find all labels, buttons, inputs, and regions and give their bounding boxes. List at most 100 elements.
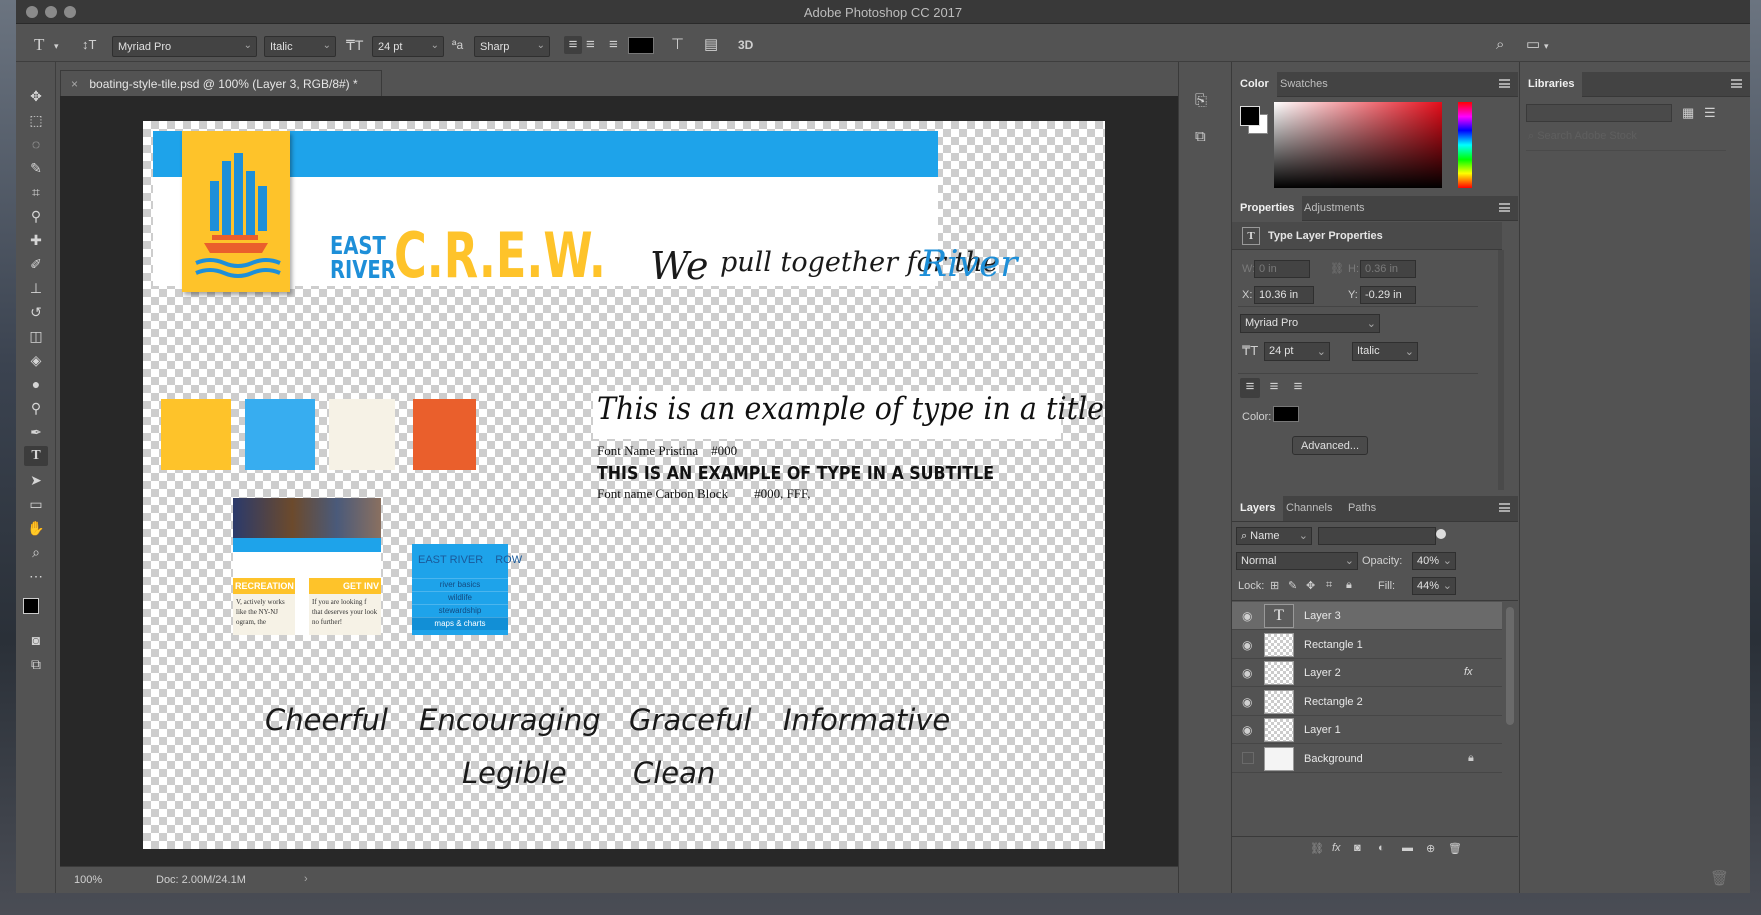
delete-layer-icon[interactable]: 🗑︎ [1448,842,1462,855]
tab-color[interactable]: Color [1232,72,1277,97]
tab-adjustments[interactable]: Adjustments [1296,196,1373,221]
add-mask-icon[interactable]: ◙ [1354,842,1361,854]
font-style-select[interactable]: Italic ⌄ [264,36,336,57]
path-selection-tool-icon[interactable]: ➤ [24,470,48,490]
visibility-eye-icon[interactable]: ◉ [1242,695,1252,709]
layer-filter-bar[interactable] [1318,527,1436,545]
panel-menu-icon[interactable] [1499,79,1510,88]
panel-menu-icon[interactable] [1499,203,1510,212]
blend-mode-select[interactable]: Normal ⌄ [1236,552,1358,570]
text-color-swatch[interactable] [628,37,654,54]
type-tool-icon[interactable]: T [24,446,48,466]
list-view-icon[interactable]: ☰ [1704,104,1716,122]
hand-tool-icon[interactable]: ✋ [24,518,48,538]
zoom-tool-icon[interactable]: ⌕ [24,542,48,562]
dodge-tool-icon[interactable]: ⚲ [24,398,48,418]
document-canvas[interactable]: EAST RIVER C.R.E.W. We pull together for… [143,121,1105,849]
align-right-button[interactable]: ≡ [1288,378,1308,396]
fill-field[interactable]: 44% ⌄ [1412,577,1456,595]
layer-filter-select[interactable]: ⌕ Name ⌄ [1236,527,1312,545]
filter-toggle-icon[interactable] [1436,529,1446,539]
link-layers-icon[interactable]: ⛓ [1310,842,1324,855]
link-icon[interactable]: ⛓ [1330,262,1344,275]
grid-view-icon[interactable]: ▦ [1682,104,1694,122]
lasso-tool-icon[interactable]: ◌ [24,134,48,154]
character-panel-icon[interactable]: ▤ [704,36,718,54]
properties-scrollbar[interactable] [1498,250,1504,490]
library-select[interactable] [1526,104,1672,122]
tab-channels[interactable]: Channels [1278,496,1340,521]
type-tool-preset-icon[interactable]: T [34,36,44,54]
eyedropper-tool-icon[interactable]: ⚲ [24,206,48,226]
align-center-button[interactable]: ≡ [1264,378,1284,396]
character-panel-icon[interactable]: ⧉ [1195,128,1206,146]
move-tool-icon[interactable]: ✥ [24,86,48,106]
zoom-level[interactable]: 100% [74,874,102,886]
foreground-color-swatch[interactable] [23,598,39,614]
advanced-button[interactable]: Advanced... [1292,436,1368,455]
search-icon[interactable]: ⌕ [1496,36,1504,54]
lock-transparent-icon[interactable]: ⊞ [1270,579,1279,592]
visibility-eye-icon[interactable]: ◉ [1242,666,1252,680]
font-family-select[interactable]: Myriad Pro ⌄ [112,36,257,57]
chevron-right-icon[interactable]: › [304,873,308,885]
properties-size-select[interactable]: 24 pt ⌄ [1264,342,1330,361]
more-tools-icon[interactable]: ⋯ [24,566,48,586]
color-picker-field[interactable] [1274,102,1442,188]
history-panel-icon[interactable]: ⎘ [1195,92,1207,110]
history-brush-tool-icon[interactable]: ↺ [24,302,48,322]
layer-row[interactable]: ◉ Rectangle 1 [1232,631,1502,659]
close-document-icon[interactable]: × [71,77,78,91]
layer-row[interactable]: ◉ T Layer 3 [1232,602,1502,630]
layer-fx-icon[interactable]: fx [1464,666,1473,678]
crop-tool-icon[interactable]: ⌗ [24,182,48,202]
align-center-button[interactable]: ≡ [586,36,595,54]
align-left-button[interactable]: ≡ [1240,378,1260,398]
lock-pixels-icon[interactable]: ✎ [1288,579,1297,592]
tab-paths[interactable]: Paths [1340,496,1384,521]
align-left-button[interactable]: ≡ [564,36,582,54]
tab-layers[interactable]: Layers [1232,496,1284,521]
marquee-tool-icon[interactable]: ⬚ [24,110,48,130]
layer-row[interactable]: ◉ Rectangle 2 [1232,688,1502,716]
layer-row[interactable]: Background 🔒︎ [1232,745,1502,773]
rectangle-tool-icon[interactable]: ▭ [24,494,48,514]
blur-tool-icon[interactable]: ● [24,374,48,394]
font-size-select[interactable]: 24 pt ⌄ [372,36,444,57]
y-field[interactable]: -0.29 in [1360,286,1416,304]
3d-button[interactable]: 3D [738,36,753,54]
layers-scrollbar[interactable] [1506,607,1514,725]
properties-style-select[interactable]: Italic ⌄ [1352,342,1418,361]
properties-font-select[interactable]: Myriad Pro ⌄ [1240,314,1380,333]
healing-brush-tool-icon[interactable]: ✚ [24,230,48,250]
adjustment-layer-icon[interactable]: ◐ [1378,842,1385,854]
brush-tool-icon[interactable]: ✐ [24,254,48,274]
type-color-swatch[interactable] [1273,406,1299,422]
visibility-eye-icon[interactable]: ◉ [1242,638,1252,652]
width-field[interactable]: 0 in [1254,260,1310,278]
pen-tool-icon[interactable]: ✒ [24,422,48,442]
foreground-color-chip[interactable] [1240,106,1260,126]
tab-libraries[interactable]: Libraries [1520,72,1583,97]
layer-row[interactable]: ◉ Layer 2 fx [1232,659,1502,687]
layer-row[interactable]: ◉ Layer 1 [1232,716,1502,744]
delete-icon[interactable]: 🗑︎ [1710,870,1729,888]
new-group-icon[interactable]: ▬ [1402,842,1413,854]
warp-text-icon[interactable]: ⊤ [671,36,684,54]
visibility-eye-icon[interactable]: ◉ [1242,609,1252,623]
stock-search-input[interactable]: ⌕ Search Adobe Stock [1526,128,1726,146]
eraser-tool-icon[interactable]: ◫ [24,326,48,346]
align-right-button[interactable]: ≡ [609,36,618,54]
quick-mask-icon[interactable]: ◙ [24,630,48,650]
toggle-orientation-icon[interactable]: ↕T [82,36,96,54]
fx-icon[interactable]: fx [1332,842,1341,854]
lock-position-icon[interactable]: ✥ [1306,579,1315,592]
panel-menu-icon[interactable] [1731,79,1742,88]
screen-mode-icon[interactable]: ⧉ [24,654,48,674]
hue-slider[interactable] [1458,102,1472,188]
height-field[interactable]: 0.36 in [1360,260,1416,278]
x-field[interactable]: 10.36 in [1254,286,1314,304]
lock-artboard-icon[interactable]: ⌗ [1326,579,1332,592]
document-tab[interactable]: × boating-style-tile.psd @ 100% (Layer 3… [60,70,382,96]
opacity-field[interactable]: 40% ⌄ [1412,552,1456,570]
